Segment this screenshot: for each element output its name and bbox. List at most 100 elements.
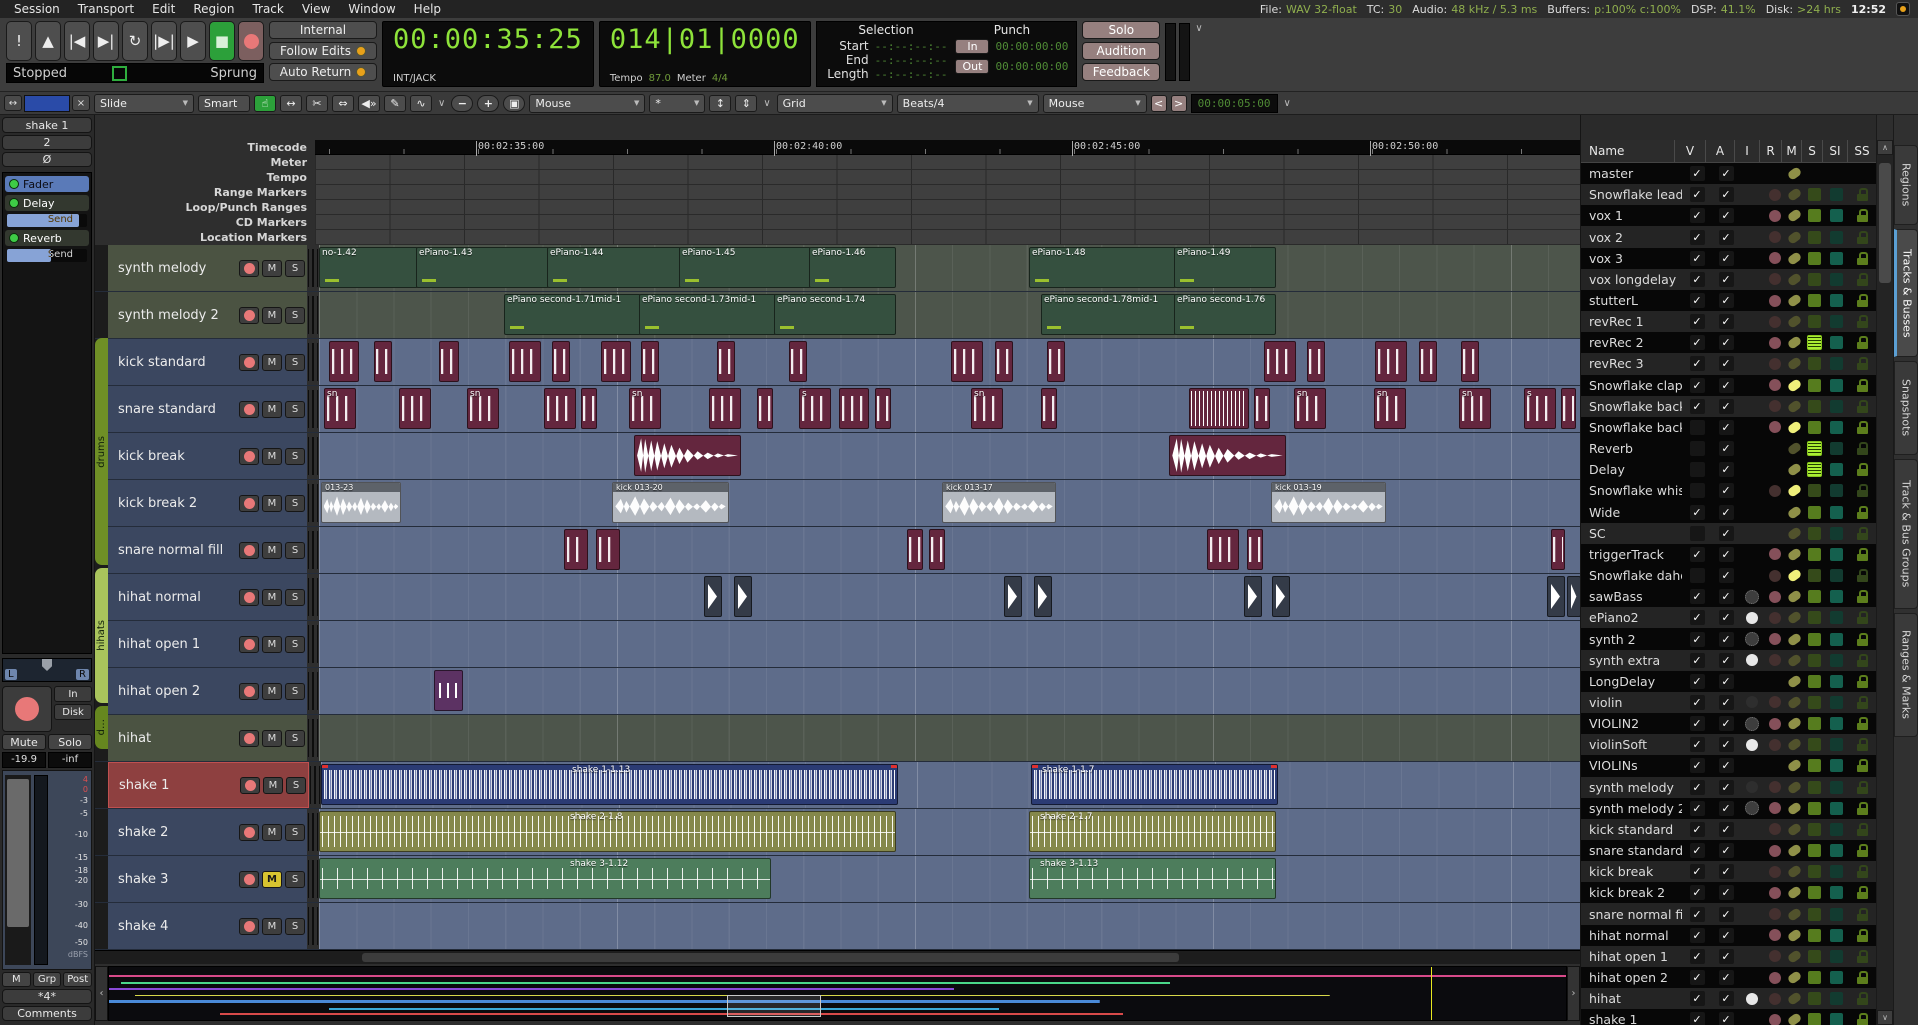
active-checkbox[interactable]: ✓ bbox=[1712, 949, 1740, 964]
meter-point-grp-button[interactable]: Grp bbox=[33, 972, 62, 987]
track-list-row[interactable]: synth melody 2✓✓ bbox=[1581, 798, 1876, 819]
active-checkbox[interactable]: ✓ bbox=[1712, 208, 1740, 223]
checkbox-icon[interactable]: ✓ bbox=[1719, 737, 1734, 752]
track-name[interactable]: kick break 2 bbox=[118, 496, 236, 511]
region[interactable] bbox=[1307, 341, 1325, 382]
region-ePiano-second-1-78mid-1[interactable]: ePiano second-1.78mid-1 bbox=[1041, 294, 1176, 335]
track-list-name[interactable]: Snowflake whistle bbox=[1581, 483, 1682, 498]
track-canvas[interactable] bbox=[319, 574, 1580, 620]
record-indicator[interactable] bbox=[1764, 929, 1785, 941]
go-end-button[interactable]: ▶| bbox=[93, 21, 119, 61]
solo-indicator[interactable] bbox=[1804, 908, 1824, 921]
mute-indicator[interactable] bbox=[1785, 677, 1804, 686]
checkbox-icon[interactable]: ✓ bbox=[1719, 462, 1734, 477]
solo-isolate-indicator[interactable] bbox=[1824, 527, 1848, 540]
region[interactable] bbox=[509, 341, 541, 382]
track-mute-button[interactable]: M bbox=[262, 260, 282, 277]
track-canvas[interactable] bbox=[319, 903, 1580, 949]
column-header-s[interactable]: S bbox=[1801, 140, 1822, 162]
track-list-name[interactable]: kick standard bbox=[1581, 822, 1682, 837]
mute-indicator[interactable] bbox=[1785, 169, 1804, 178]
processor-reverb[interactable]: Reverb bbox=[5, 230, 89, 246]
secondary-clock[interactable]: 014|01|0000 Tempo 87.0 Meter 4/4 bbox=[599, 21, 811, 87]
solo-indicator[interactable] bbox=[1804, 950, 1824, 963]
processor-box[interactable]: Fader Delay Send Reverb Send bbox=[2, 172, 92, 654]
solo-safe-indicator[interactable] bbox=[1848, 442, 1876, 455]
track-mute-button[interactable]: M bbox=[262, 824, 282, 841]
track-list-name[interactable]: stutterL bbox=[1581, 293, 1682, 308]
monitor-input-button[interactable]: In bbox=[54, 686, 92, 702]
track-list-name[interactable]: snare normal fill bbox=[1581, 907, 1682, 922]
active-checkbox[interactable]: ✓ bbox=[1712, 526, 1740, 541]
track-name[interactable]: snare normal fill bbox=[118, 543, 236, 558]
checkbox-icon[interactable]: ✓ bbox=[1719, 801, 1734, 816]
menu-track[interactable]: Track bbox=[244, 1, 291, 17]
solo-indicator[interactable] bbox=[1804, 992, 1824, 1005]
region-kick-013-17[interactable]: kick 013-17 bbox=[942, 482, 1056, 523]
active-checkbox[interactable]: ✓ bbox=[1712, 991, 1740, 1006]
smart-mode-button[interactable]: Smart bbox=[198, 95, 250, 112]
range-tool[interactable]: ↔ bbox=[280, 95, 302, 112]
track-name[interactable]: shake 3 bbox=[118, 872, 236, 887]
visible-checkbox[interactable]: ✓ bbox=[1682, 674, 1712, 689]
column-header-a[interactable]: A bbox=[1705, 140, 1734, 162]
active-checkbox[interactable]: ✓ bbox=[1712, 293, 1740, 308]
region[interactable] bbox=[1169, 435, 1286, 476]
track-list-name[interactable]: vox 1 bbox=[1581, 208, 1682, 223]
checkbox-icon[interactable]: ✓ bbox=[1690, 399, 1705, 414]
visible-checkbox[interactable]: ✓ bbox=[1682, 737, 1712, 752]
mute-indicator[interactable] bbox=[1785, 296, 1804, 305]
session-summary[interactable] bbox=[108, 966, 1567, 1021]
solo-safe-indicator[interactable] bbox=[1848, 315, 1876, 328]
track-list-row[interactable]: Snowflake lead p✓✓ bbox=[1581, 184, 1876, 205]
track-header-shake-2[interactable]: shake 2MS bbox=[108, 809, 307, 855]
region[interactable] bbox=[1244, 576, 1262, 617]
record-indicator[interactable] bbox=[1764, 548, 1785, 560]
track-solo-button[interactable]: S bbox=[285, 589, 305, 606]
track-list-name[interactable]: Delay bbox=[1581, 462, 1682, 477]
track-list-row[interactable]: triggerTrack✓✓ bbox=[1581, 544, 1876, 565]
region[interactable] bbox=[1034, 576, 1052, 617]
solo-indicator[interactable] bbox=[1804, 335, 1824, 350]
active-checkbox[interactable]: ✓ bbox=[1712, 420, 1740, 435]
mute-indicator[interactable] bbox=[1785, 275, 1804, 284]
checkbox-icon[interactable]: ✓ bbox=[1719, 208, 1734, 223]
solo-safe-indicator[interactable] bbox=[1848, 992, 1876, 1005]
solo-safe-indicator[interactable] bbox=[1848, 929, 1876, 942]
mute-indicator[interactable] bbox=[1785, 804, 1804, 813]
region[interactable] bbox=[634, 435, 741, 476]
zoom-fit-button[interactable]: ▣ bbox=[503, 95, 525, 112]
solo-isolate-indicator[interactable] bbox=[1824, 696, 1848, 709]
column-header-i[interactable]: I bbox=[1734, 140, 1759, 162]
track-record-button[interactable] bbox=[239, 871, 259, 888]
active-checkbox[interactable]: ✓ bbox=[1712, 568, 1740, 583]
record-indicator[interactable] bbox=[1764, 273, 1785, 285]
visible-checkbox[interactable]: ✓ bbox=[1682, 695, 1712, 710]
nudge-back-button[interactable]: < bbox=[1151, 95, 1167, 112]
active-checkbox[interactable]: ✓ bbox=[1712, 695, 1740, 710]
checkbox-icon[interactable]: ✓ bbox=[1719, 864, 1734, 879]
mute-indicator[interactable] bbox=[1785, 888, 1804, 897]
active-checkbox[interactable]: ✓ bbox=[1712, 335, 1740, 350]
track-header-shake-4[interactable]: shake 4MS bbox=[108, 903, 307, 949]
track-name[interactable]: synth melody 2 bbox=[118, 308, 236, 323]
visible-checkbox[interactable]: ✓ bbox=[1682, 272, 1712, 287]
track-header-shake-3[interactable]: shake 3MS bbox=[108, 856, 307, 902]
selection-row-value[interactable]: --:--:--:-- bbox=[875, 40, 948, 53]
track-solo-button[interactable]: S bbox=[285, 495, 305, 512]
solo-isolate-indicator[interactable] bbox=[1824, 569, 1848, 582]
solo-safe-indicator[interactable] bbox=[1848, 654, 1876, 667]
region[interactable] bbox=[1254, 388, 1270, 429]
track-list-row[interactable]: sawBass✓✓ bbox=[1581, 586, 1876, 607]
visible-checkbox[interactable]: ✓ bbox=[1682, 928, 1712, 943]
track-canvas[interactable]: no-1.42ePiano-1.43ePiano-1.44ePiano-1.45… bbox=[319, 245, 1580, 291]
solo-isolate-indicator[interactable] bbox=[1824, 865, 1848, 878]
mute-indicator[interactable] bbox=[1785, 698, 1804, 707]
checkbox-icon[interactable]: ✓ bbox=[1690, 674, 1705, 689]
track-header-hihat[interactable]: hihatMS bbox=[108, 715, 307, 761]
track-record-button[interactable] bbox=[240, 777, 260, 794]
track-list-row[interactable]: shake 1✓✓ bbox=[1581, 1009, 1876, 1025]
mute-indicator[interactable] bbox=[1785, 740, 1804, 749]
region[interactable] bbox=[581, 388, 597, 429]
stretch-tool[interactable]: ⇔ bbox=[332, 95, 354, 112]
